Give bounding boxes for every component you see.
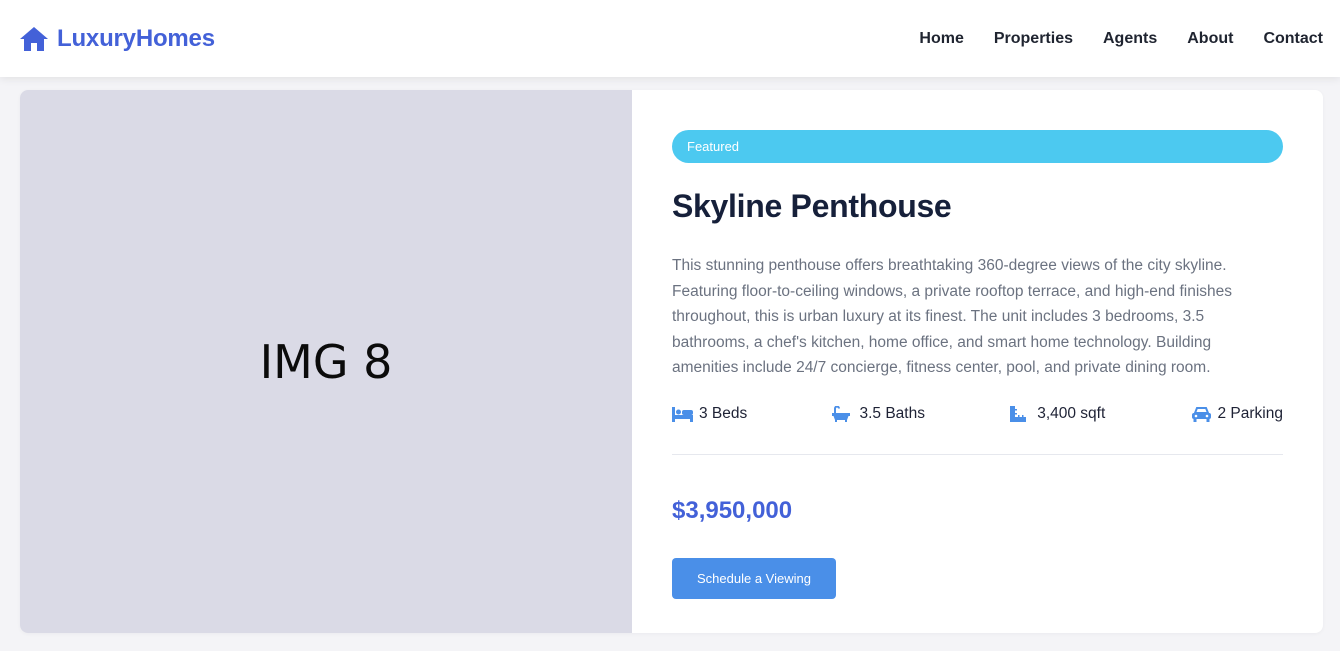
property-features: 3 Beds 3.5 Baths 3,400 sqft 2 Parking [672, 405, 1283, 455]
property-image: IMG 8 [20, 90, 632, 633]
nav-link-about[interactable]: About [1187, 30, 1233, 48]
brand-logo-link[interactable]: LuxuryHomes [19, 25, 215, 53]
nav-link-contact[interactable]: Contact [1263, 30, 1323, 48]
property-title: Skyline Penthouse [672, 188, 952, 224]
feature-beds: 3 Beds [672, 405, 747, 423]
feature-beds-label: 3 Beds [699, 404, 748, 422]
nav-link-properties[interactable]: Properties [994, 30, 1073, 48]
bed-icon [672, 406, 693, 422]
property-description: This stunning penthouse offers breathtak… [672, 257, 1233, 376]
nav-link-agents[interactable]: Agents [1103, 30, 1157, 48]
nav-link-home[interactable]: Home [919, 30, 963, 48]
property-price: $3,950,000 [672, 496, 793, 524]
home-icon [20, 26, 48, 51]
feature-parking: 2 Parking [1191, 405, 1283, 423]
nav-menu: Home Properties Agents About Contact [919, 30, 1323, 48]
bath-icon [832, 405, 851, 422]
feature-area-label: 3,400 sqft [1037, 404, 1106, 422]
car-icon [1191, 406, 1211, 422]
ruler-icon [1010, 405, 1027, 422]
feature-baths: 3.5 Baths [832, 405, 925, 423]
image-placeholder-label: IMG 8 [259, 334, 393, 389]
property-card: IMG 8 Featured Skyline Penthouse This st… [20, 90, 1323, 633]
feature-area: 3,400 sqft [1010, 405, 1105, 423]
schedule-viewing-button[interactable]: Schedule a Viewing [672, 557, 836, 599]
property-details: Featured Skyline Penthouse This stunning… [632, 90, 1323, 633]
feature-baths-label: 3.5 Baths [859, 404, 925, 422]
featured-badge: Featured [672, 130, 1283, 163]
navbar: LuxuryHomes Home Properties Agents About… [0, 0, 1340, 77]
feature-parking-label: 2 Parking [1217, 404, 1283, 422]
brand-name: LuxuryHomes [57, 24, 215, 52]
